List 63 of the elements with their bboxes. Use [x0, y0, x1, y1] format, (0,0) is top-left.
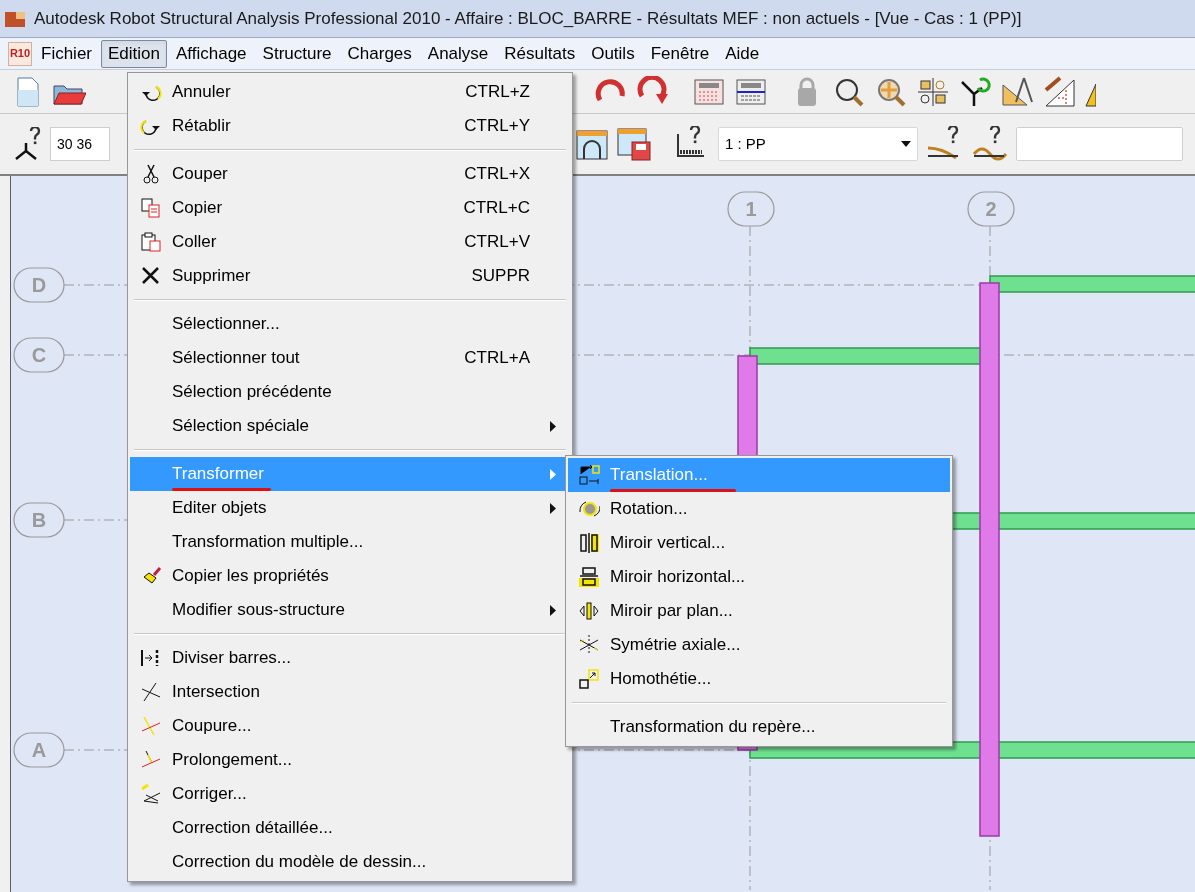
grid-axis-label: A [13, 732, 65, 768]
correct-tool-icon [140, 783, 162, 805]
menu-item[interactable]: Correction détaillée... [130, 811, 570, 845]
hammer-grid-icon[interactable] [1042, 75, 1078, 108]
intersection-icon [140, 681, 162, 703]
menu-item[interactable]: Sélection précédente [130, 375, 570, 409]
menu-bar-item[interactable]: Charges [340, 39, 419, 68]
menu-item[interactable]: Sélectionner tout CTRL+A [130, 341, 570, 375]
scissors-icon [140, 163, 162, 185]
beam-query-icon[interactable] [970, 126, 1010, 162]
menu-item[interactable]: Copier CTRL+C [130, 191, 570, 225]
menu-item[interactable]: Corriger... [130, 777, 570, 811]
menu-item[interactable]: Rétablir CTRL+Y [130, 109, 570, 143]
menu-item[interactable]: Sélectionner... [130, 307, 570, 341]
menu-item[interactable]: Prolongement... [130, 743, 570, 777]
submenu-arrow-icon [550, 468, 556, 480]
menu-bar-item[interactable]: Outils [584, 39, 642, 68]
submenu-arrow-icon [550, 502, 556, 514]
grid-axis-label: D [13, 267, 65, 303]
cut-lines-icon [140, 715, 162, 737]
menu-bar-item[interactable]: Edition [101, 39, 167, 68]
menu-item[interactable]: Miroir horizontal... [568, 560, 950, 594]
coordinate-field[interactable]: 30 36 [50, 127, 110, 161]
set-square-compass-icon[interactable] [1000, 75, 1036, 108]
axes-refresh-icon[interactable] [958, 75, 994, 108]
menu-item[interactable]: Rotation... [568, 492, 950, 526]
mirror-horizontal-icon [578, 566, 600, 588]
grid-axis-label: C [13, 337, 65, 373]
menu-bar-item[interactable]: Affichage [169, 39, 254, 68]
menu-bar-item[interactable]: Structure [255, 39, 339, 68]
mirror-vertical-icon [578, 532, 600, 554]
grid-axis-label: 2 [967, 191, 1015, 227]
app-logo[interactable]: R10 [8, 41, 32, 66]
menu-bar-item[interactable]: Aide [718, 39, 767, 68]
submenu-arrow-icon [550, 420, 556, 432]
menu-item[interactable]: Correction du modèle de dessin... [130, 845, 570, 879]
window-title: Autodesk Robot Structural Analysis Professional 2010 - Affaire : BLOC_BARRE - Résultats MEF : non actuels - [Vue - Cas : 1 (PP)] [34, 7, 1022, 30]
caret-icon [901, 141, 911, 147]
mirror-plane-icon [578, 600, 600, 622]
menu-item[interactable]: Transformation du repère... [568, 710, 950, 744]
submenu-arrow-icon [550, 604, 556, 616]
menu-item[interactable]: Sélection spéciale [130, 409, 570, 443]
grid-axis-label: B [13, 502, 65, 538]
grid-axis-label: 1 [727, 191, 775, 227]
translation-icon [578, 464, 600, 486]
menu-item[interactable]: Symétrie axiale... [568, 628, 950, 662]
window-save-icon[interactable] [616, 126, 652, 162]
menu-item[interactable]: Coller CTRL+V [130, 225, 570, 259]
menu-item[interactable]: Supprimer SUPPR [130, 259, 570, 293]
scale-icon [578, 668, 600, 690]
menu-bar-item[interactable]: Analyse [420, 39, 496, 68]
menu-bar-item[interactable]: Fenêtre [643, 39, 717, 68]
menu-bar-item[interactable]: Résultats [497, 39, 583, 68]
paste-icon [140, 231, 162, 253]
menu-item[interactable]: Annuler CTRL+Z [130, 75, 570, 109]
axial-symmetry-icon [578, 634, 600, 656]
input-field[interactable] [1016, 127, 1183, 161]
copy-icon [140, 197, 162, 219]
load-case-dropdown[interactable]: 1 : PP [718, 127, 918, 161]
menu-item[interactable]: Homothétie... [568, 662, 950, 696]
menu-item[interactable]: Miroir par plan... [568, 594, 950, 628]
menu-bar-item[interactable]: Fichier [34, 39, 99, 68]
menu-item[interactable]: Miroir vertical... [568, 526, 950, 560]
